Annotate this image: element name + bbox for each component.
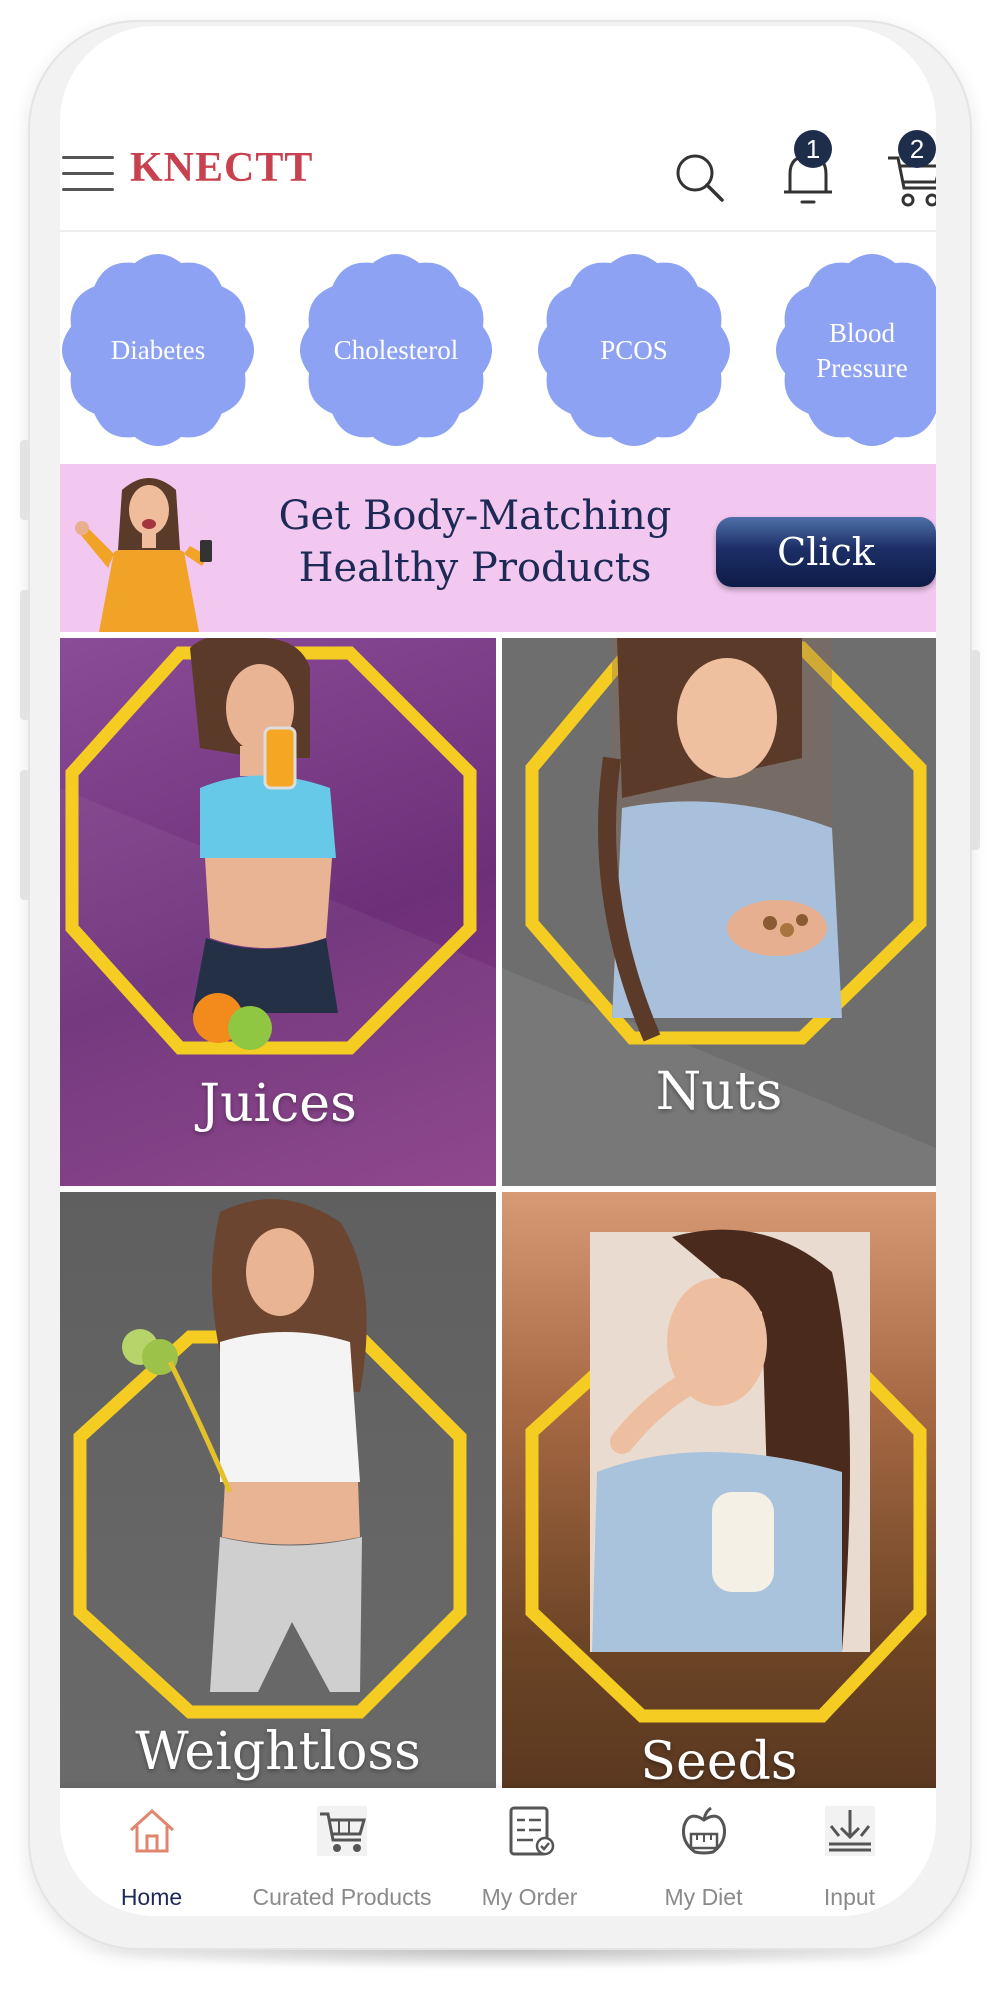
- tile-label: Nuts: [655, 1062, 783, 1122]
- nav-curated-products[interactable]: Curated Products: [242, 1788, 442, 1916]
- app-screen: KNECTT 1 2 Diabetes Cholesterol PCOS Blo…: [60, 26, 936, 1916]
- phone-side-button: [20, 590, 30, 720]
- category-cholesterol[interactable]: Cholesterol: [296, 248, 496, 453]
- nav-my-order[interactable]: My Order: [442, 1788, 617, 1916]
- tile-label: Juices: [199, 1074, 357, 1134]
- category-list: Diabetes Cholesterol PCOS Blood Pressure: [60, 248, 936, 453]
- category-label: Cholesterol: [333, 335, 459, 365]
- seeds-image: [525, 1229, 927, 1723]
- tile-seeds[interactable]: Seeds: [502, 1192, 936, 1788]
- tile-label: Weightloss: [135, 1722, 421, 1782]
- weightloss-image: [73, 1199, 467, 1719]
- header-divider: [60, 230, 936, 232]
- notification-button[interactable]: 1: [780, 130, 840, 210]
- diet-apple-icon: [681, 1806, 726, 1855]
- tile-weightloss[interactable]: Weightloss: [60, 1192, 496, 1788]
- notification-badge: 1: [794, 130, 832, 168]
- search-icon[interactable]: [674, 152, 726, 204]
- cart-icon: [317, 1806, 367, 1856]
- phone-side-button: [20, 770, 30, 900]
- phone-side-button: [20, 440, 30, 520]
- category-label: Blood Pressure: [816, 317, 908, 383]
- menu-icon[interactable]: [62, 154, 114, 194]
- promo-line-2: Healthy Products: [298, 545, 652, 591]
- order-list-icon: [509, 1806, 554, 1856]
- phone-side-button: [970, 650, 980, 850]
- category-blood-pressure[interactable]: Blood Pressure: [772, 248, 936, 453]
- tile-nuts[interactable]: Nuts: [502, 638, 936, 1186]
- category-pcos[interactable]: PCOS: [534, 248, 734, 453]
- nav-home[interactable]: Home: [64, 1788, 239, 1916]
- category-label: Diabetes: [110, 335, 206, 365]
- nav-label: Input: [823, 1884, 876, 1910]
- promo-banner: Get Body-Matching Healthy Products Click: [60, 464, 936, 632]
- tile-label: Seeds: [640, 1732, 798, 1788]
- category-label: PCOS: [600, 335, 668, 365]
- cart-button[interactable]: 2: [886, 130, 936, 210]
- promo-woman-image: [75, 478, 212, 632]
- cart-badge: 2: [898, 130, 936, 168]
- promo-headline: Get Body-Matching Healthy Products: [270, 490, 680, 594]
- nav-label: My Order: [481, 1884, 578, 1910]
- promo-line-1: Get Body-Matching: [278, 493, 672, 539]
- home-icon: [129, 1809, 174, 1853]
- category-diabetes[interactable]: Diabetes: [60, 248, 258, 453]
- brand-logo[interactable]: KNECTT: [130, 144, 313, 192]
- nav-label: Curated Products: [252, 1884, 432, 1910]
- tile-juices[interactable]: Juices: [60, 638, 496, 1186]
- bottom-nav: Home Curated Products My Order My Diet I…: [60, 1788, 936, 1916]
- app-header: KNECTT 1 2: [60, 110, 936, 230]
- promo-click-button[interactable]: Click: [716, 517, 936, 587]
- nav-label: Home: [120, 1884, 183, 1910]
- nav-input[interactable]: Input: [762, 1788, 936, 1916]
- input-download-icon: [824, 1806, 875, 1856]
